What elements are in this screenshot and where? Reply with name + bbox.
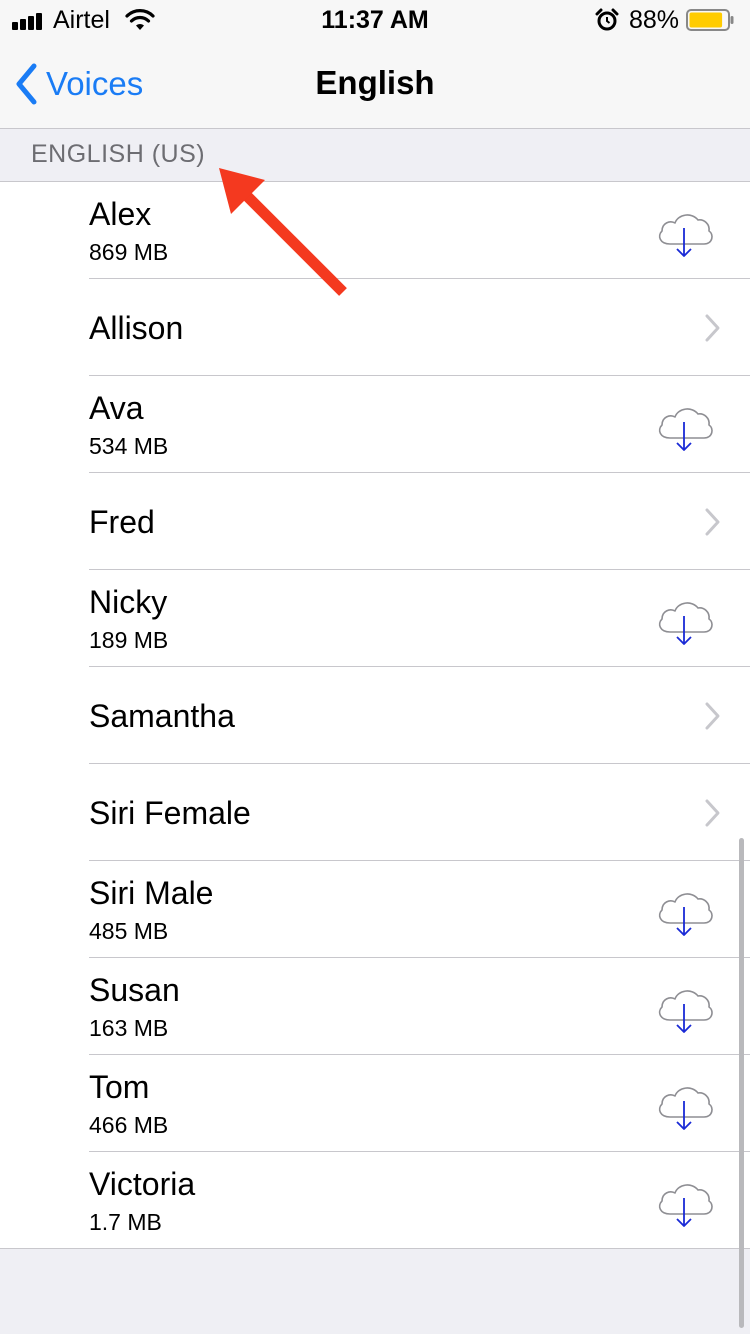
battery-icon: [686, 9, 734, 31]
voice-size: 466 MB: [89, 1112, 169, 1138]
voice-row-tom[interactable]: Tom 466 MB: [0, 1055, 750, 1152]
status-bar: Airtel 11:37 AM 88%: [0, 0, 750, 40]
cloud-download-icon[interactable]: [654, 1079, 714, 1131]
voice-name: Ava: [89, 390, 144, 426]
navigation-bar: Voices English: [0, 40, 750, 129]
alarm-icon: [595, 8, 619, 31]
chevron-right-icon: [705, 702, 720, 730]
voice-name: Fred: [89, 504, 155, 540]
annotation-arrow-icon: [219, 168, 347, 296]
battery-percentage: 88%: [629, 6, 680, 34]
voice-name: Tom: [89, 1069, 150, 1105]
section-header-label: ENGLISH (US): [31, 140, 206, 168]
cloud-download-icon[interactable]: [654, 400, 714, 452]
voice-size: 534 MB: [89, 433, 169, 459]
chevron-right-icon: [705, 799, 720, 827]
voice-row-alex[interactable]: Alex 869 MB: [0, 182, 750, 279]
voice-name: Siri Female: [89, 795, 251, 831]
cloud-download-icon[interactable]: [654, 982, 714, 1034]
voice-size: 1.7 MB: [89, 1209, 162, 1235]
voice-name: Nicky: [89, 584, 168, 620]
voice-row-siri-male[interactable]: Siri Male 485 MB: [0, 861, 750, 958]
voice-row-susan[interactable]: Susan 163 MB: [0, 958, 750, 1055]
voice-name: Allison: [89, 310, 184, 346]
voice-row-allison[interactable]: Allison: [0, 279, 750, 376]
chevron-right-icon: [705, 508, 720, 536]
voice-row-victoria[interactable]: Victoria 1.7 MB: [0, 1152, 750, 1249]
scroll-indicator[interactable]: [739, 838, 744, 1328]
section-header: ENGLISH (US): [0, 129, 750, 182]
cloud-download-icon[interactable]: [654, 1176, 714, 1228]
voice-name: Siri Male: [89, 875, 214, 911]
voice-row-nicky[interactable]: Nicky 189 MB: [0, 570, 750, 667]
voice-row-fred[interactable]: Fred: [0, 473, 750, 570]
voice-list: Alex 869 MB Allison Ava 534 MB Fred Nicky 189…: [0, 182, 750, 1249]
voice-name: Samantha: [89, 698, 235, 734]
page-title: English: [315, 64, 435, 101]
voice-name: Alex: [89, 196, 152, 232]
voice-size: 485 MB: [89, 918, 169, 944]
voice-size: 869 MB: [89, 239, 169, 265]
cloud-download-icon[interactable]: [654, 885, 714, 937]
voice-row-ava[interactable]: Ava 534 MB: [0, 376, 750, 473]
cloud-download-icon[interactable]: [654, 206, 714, 258]
voice-size: 189 MB: [89, 627, 169, 653]
voice-name: Victoria: [89, 1166, 196, 1202]
voice-row-siri-female[interactable]: Siri Female: [0, 764, 750, 861]
cloud-download-icon[interactable]: [654, 594, 714, 646]
voice-row-samantha[interactable]: Samantha: [0, 667, 750, 764]
voice-name: Susan: [89, 972, 180, 1008]
voice-size: 163 MB: [89, 1015, 169, 1041]
chevron-right-icon: [705, 314, 720, 342]
